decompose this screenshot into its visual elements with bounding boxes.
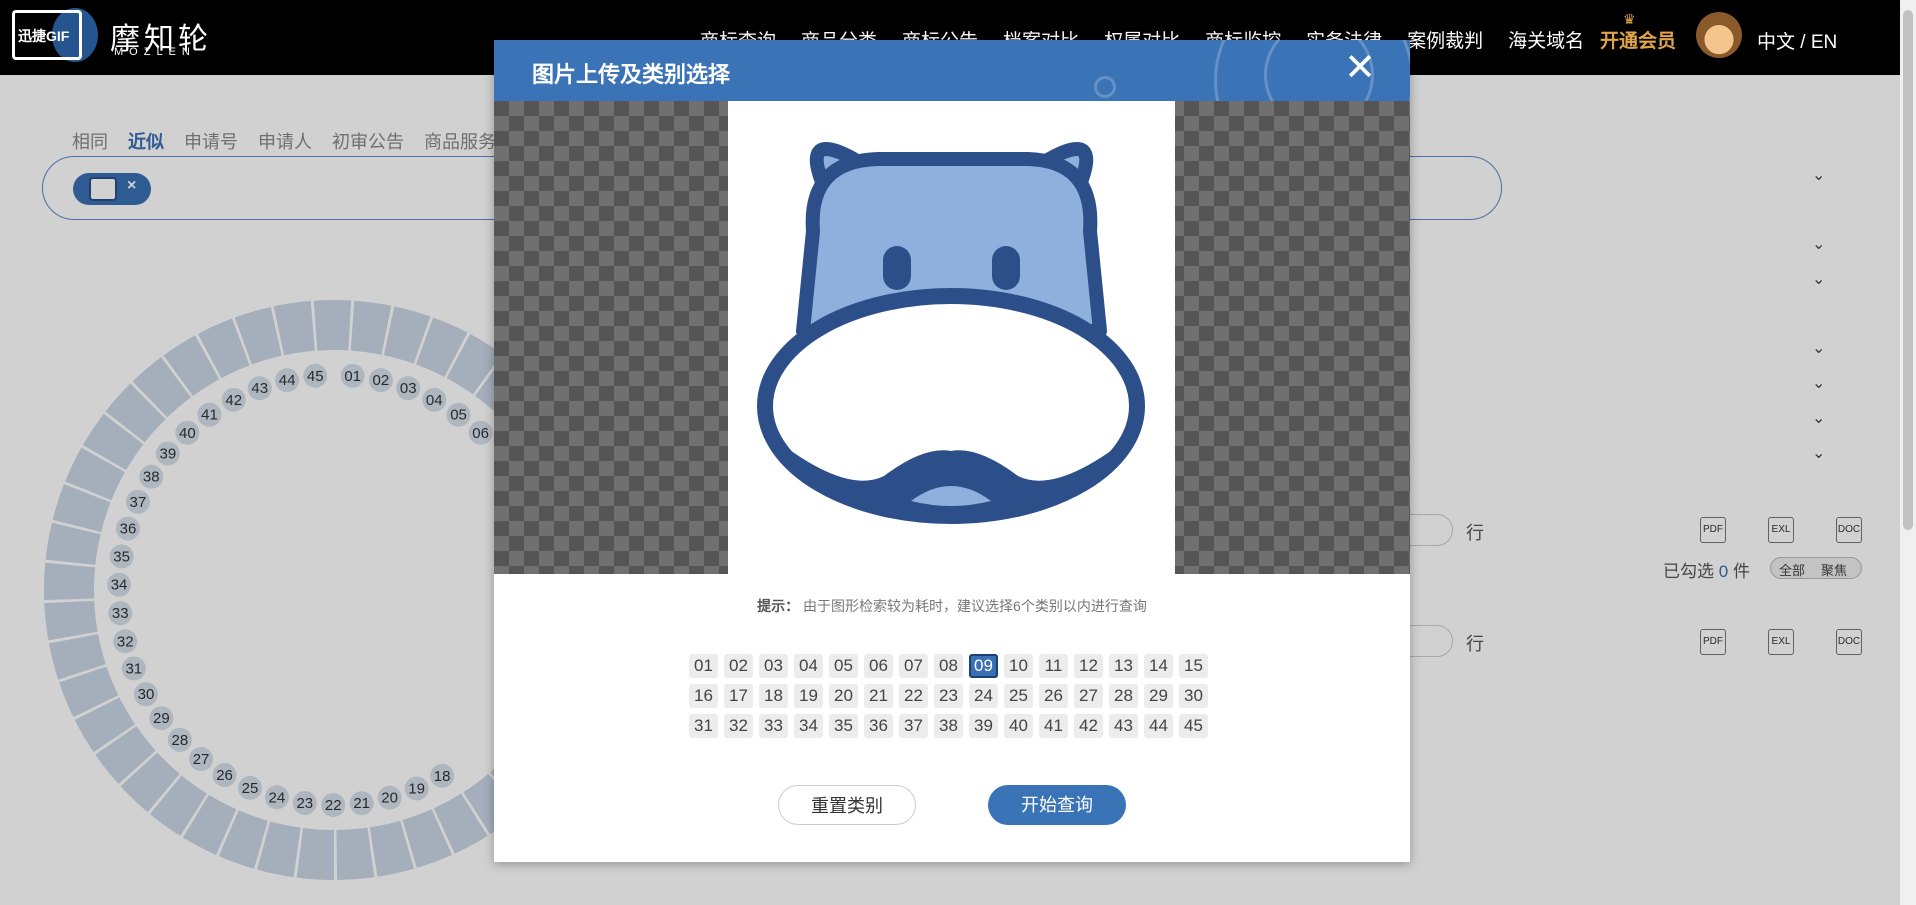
category-44[interactable]: 44: [1144, 714, 1173, 738]
category-17[interactable]: 17: [724, 684, 753, 708]
category-10[interactable]: 10: [1004, 654, 1033, 678]
category-18[interactable]: 18: [759, 684, 788, 708]
category-39[interactable]: 39: [969, 714, 998, 738]
category-11[interactable]: 11: [1039, 654, 1068, 678]
category-20[interactable]: 20: [829, 684, 858, 708]
category-45[interactable]: 45: [1179, 714, 1208, 738]
category-grid: 01 02 03 04 05 06 07 08 09 10 11 12 13 14 15 16 17 18 19 20…: [689, 654, 1229, 744]
category-19[interactable]: 19: [794, 684, 823, 708]
category-30[interactable]: 30: [1179, 684, 1208, 708]
gif-badge: 迅捷GIF: [18, 28, 70, 44]
brand-subtitle: MOZLEN: [114, 46, 196, 58]
scrollbar-thumb[interactable]: [1903, 10, 1913, 530]
header-decoration: [1094, 76, 1116, 98]
category-31[interactable]: 31: [689, 714, 718, 738]
page: 迅捷GIF 摩知轮 MOZLEN 商标查询 商品分类 商标公告 档案对比 权属对…: [0, 0, 1916, 905]
nav-cases[interactable]: 案例裁判: [1407, 26, 1483, 53]
category-37[interactable]: 37: [899, 714, 928, 738]
nav-customs-domain[interactable]: 海关域名: [1508, 26, 1584, 53]
vip-link[interactable]: 开通会员: [1600, 26, 1676, 53]
category-21[interactable]: 21: [864, 684, 893, 708]
category-row: 31 32 33 34 35 36 37 38 39 40 41 42 43 44 45: [689, 714, 1229, 738]
category-06[interactable]: 06: [864, 654, 893, 678]
category-38[interactable]: 38: [934, 714, 963, 738]
category-26[interactable]: 26: [1039, 684, 1068, 708]
category-row: 16 17 18 19 20 21 22 23 24 25 26 27 28 29 30: [689, 684, 1229, 708]
close-icon[interactable]: ✕: [1340, 48, 1380, 88]
category-14[interactable]: 14: [1144, 654, 1173, 678]
category-43[interactable]: 43: [1109, 714, 1138, 738]
category-28[interactable]: 28: [1109, 684, 1138, 708]
category-41[interactable]: 41: [1039, 714, 1068, 738]
category-03[interactable]: 03: [759, 654, 788, 678]
category-42[interactable]: 42: [1074, 714, 1103, 738]
category-13[interactable]: 13: [1109, 654, 1138, 678]
category-25[interactable]: 25: [1004, 684, 1033, 708]
category-02[interactable]: 02: [724, 654, 753, 678]
scrollbar[interactable]: [1900, 0, 1916, 905]
uploaded-image: [728, 101, 1175, 574]
category-40[interactable]: 40: [1004, 714, 1033, 738]
category-09[interactable]: 09: [969, 654, 998, 678]
avatar[interactable]: [1696, 12, 1742, 58]
category-12[interactable]: 12: [1074, 654, 1103, 678]
reset-categories-button[interactable]: 重置类别: [778, 785, 916, 825]
hint-label: 提示：: [757, 598, 800, 614]
category-23[interactable]: 23: [934, 684, 963, 708]
category-04[interactable]: 04: [794, 654, 823, 678]
category-27[interactable]: 27: [1074, 684, 1103, 708]
category-01[interactable]: 01: [689, 654, 718, 678]
category-08[interactable]: 08: [934, 654, 963, 678]
category-05[interactable]: 05: [829, 654, 858, 678]
category-32[interactable]: 32: [724, 714, 753, 738]
category-35[interactable]: 35: [829, 714, 858, 738]
category-16[interactable]: 16: [689, 684, 718, 708]
hippo-logo-icon: [757, 142, 1145, 524]
hint-text: 提示： 由于图形检索较为耗时，建议选择6个类别以内进行查询: [494, 596, 1410, 616]
dialog-header: 图片上传及类别选择 ✕: [494, 40, 1410, 101]
image-upload-dialog: 图片上传及类别选择 ✕ 提示： 由于图形检索较为耗时，建议选择6个类别以内进行查…: [494, 40, 1410, 862]
category-row: 01 02 03 04 05 06 07 08 09 10 11 12 13 14 15: [689, 654, 1229, 678]
category-33[interactable]: 33: [759, 714, 788, 738]
category-34[interactable]: 34: [794, 714, 823, 738]
category-29[interactable]: 29: [1144, 684, 1173, 708]
dialog-title: 图片上传及类别选择: [532, 62, 731, 87]
category-36[interactable]: 36: [864, 714, 893, 738]
category-15[interactable]: 15: [1179, 654, 1208, 678]
image-preview: [494, 101, 1410, 574]
language-switch[interactable]: 中文 / EN: [1757, 27, 1837, 54]
category-24[interactable]: 24: [969, 684, 998, 708]
start-search-button[interactable]: 开始查询: [988, 785, 1126, 825]
hint-message: 由于图形检索较为耗时，建议选择6个类别以内进行查询: [803, 598, 1147, 614]
category-22[interactable]: 22: [899, 684, 928, 708]
category-07[interactable]: 07: [899, 654, 928, 678]
